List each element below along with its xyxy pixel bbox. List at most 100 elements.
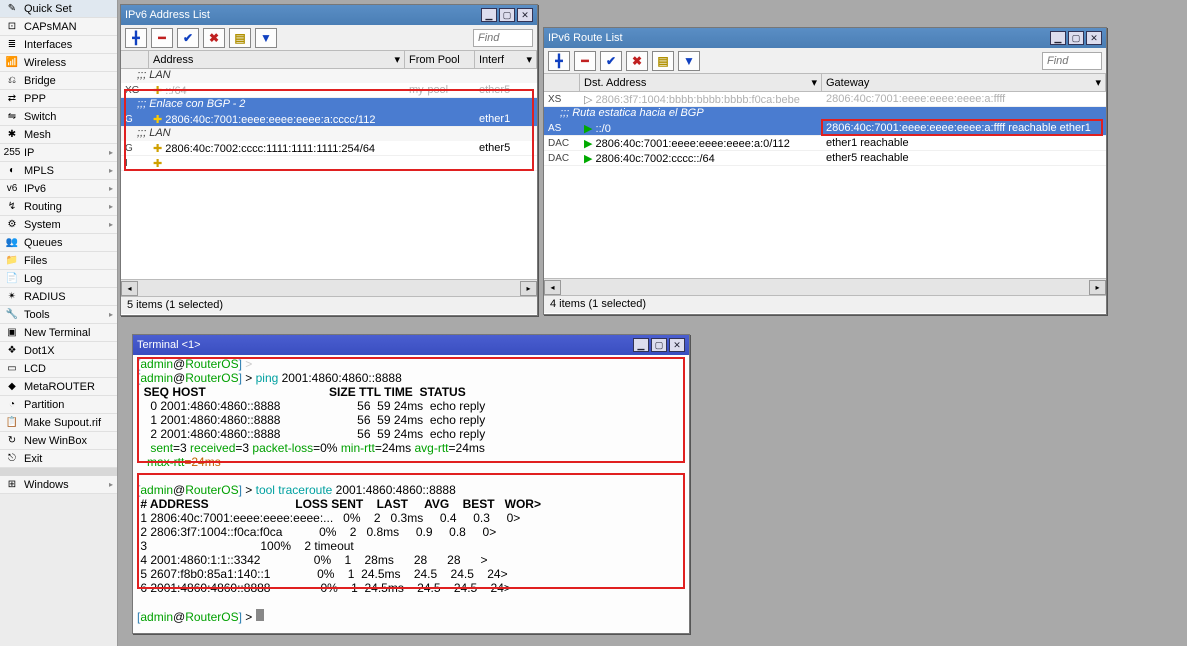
scroll-left-button[interactable]: ◂ bbox=[121, 281, 138, 296]
enable-button[interactable]: ✔ bbox=[177, 28, 199, 48]
disable-button[interactable]: ✖ bbox=[203, 28, 225, 48]
scroll-right-button[interactable]: ▸ bbox=[1089, 280, 1106, 295]
filter-button[interactable]: ▼ bbox=[678, 51, 700, 71]
sidebar-item-mesh[interactable]: ✱Mesh bbox=[0, 126, 117, 144]
table-row[interactable]: AS▶ ::/02806:40c:7001:eeee:eeee:eeee:a:f… bbox=[544, 121, 1106, 136]
scroll-left-button[interactable]: ◂ bbox=[544, 280, 561, 295]
sidebar-item-wireless[interactable]: 📶Wireless bbox=[0, 54, 117, 72]
sidebar-item-interfaces[interactable]: ≣Interfaces bbox=[0, 36, 117, 54]
sidebar-item-new-terminal[interactable]: ▣New Terminal bbox=[0, 324, 117, 342]
sidebar-item-log[interactable]: 📄Log bbox=[0, 270, 117, 288]
sidebar-item-quick-set[interactable]: ✎Quick Set bbox=[0, 0, 117, 18]
menu-icon: ↻ bbox=[4, 433, 20, 449]
sidebar-item-metarouter[interactable]: ◆MetaROUTER bbox=[0, 378, 117, 396]
add-button[interactable]: ╋ bbox=[548, 51, 570, 71]
comment-row[interactable]: ;;; Enlace con BGP - 2 bbox=[121, 98, 537, 112]
maximize-button[interactable]: ▢ bbox=[499, 8, 515, 22]
minimize-button[interactable]: ▁ bbox=[481, 8, 497, 22]
close-button[interactable]: ✕ bbox=[669, 338, 685, 352]
sidebar-item-ipv6[interactable]: v6IPv6▸ bbox=[0, 180, 117, 198]
comment-button[interactable]: ▤ bbox=[229, 28, 251, 48]
sidebar-item-system[interactable]: ⚙System▸ bbox=[0, 216, 117, 234]
sidebar-item-tools[interactable]: 🔧Tools▸ bbox=[0, 306, 117, 324]
menu-icon: 📶 bbox=[4, 55, 20, 71]
minimize-button[interactable]: ▁ bbox=[633, 338, 649, 352]
close-button[interactable]: ✕ bbox=[517, 8, 533, 22]
col-pool[interactable]: From Pool bbox=[405, 51, 475, 68]
sidebar-item-label: MetaROUTER bbox=[24, 381, 95, 393]
titlebar-terminal[interactable]: Terminal <1> ▁ ▢ ✕ bbox=[133, 335, 689, 355]
sidebar-item-files[interactable]: 📁Files bbox=[0, 252, 117, 270]
sidebar-item-radius[interactable]: ✴RADIUS bbox=[0, 288, 117, 306]
remove-button[interactable]: ━ bbox=[574, 51, 596, 71]
sidebar-item-ip[interactable]: 255IP▸ bbox=[0, 144, 117, 162]
table-row[interactable]: G✚ 2806:40c:7001:eeee:eeee:eeee:a:cccc/1… bbox=[121, 112, 537, 127]
sidebar-item-make-supout-rif[interactable]: 📋Make Supout.rif bbox=[0, 414, 117, 432]
disable-button[interactable]: ✖ bbox=[626, 51, 648, 71]
address-icon: ✚ bbox=[153, 114, 162, 126]
hscrollbar-address[interactable]: ◂▸ bbox=[121, 279, 537, 296]
table-row[interactable]: DAC▶ 2806:40c:7001:eeee:eeee:eeee:a:0/11… bbox=[544, 136, 1106, 151]
sidebar-item-routing[interactable]: ↯Routing▸ bbox=[0, 198, 117, 216]
table-row[interactable]: XG✚ ::/64my-poolether5 bbox=[121, 83, 537, 98]
iface-cell: ether1 bbox=[475, 113, 537, 125]
filter-button[interactable]: ▼ bbox=[255, 28, 277, 48]
sidebar-item-partition[interactable]: ◔Partition bbox=[0, 396, 117, 414]
address-cell: ✚ ::/64 bbox=[149, 84, 405, 97]
minimize-button[interactable]: ▁ bbox=[1050, 31, 1066, 45]
comment-row[interactable]: ;;; LAN bbox=[121, 127, 537, 141]
menu-icon: ⚙ bbox=[4, 217, 20, 233]
iface-cell: ether5 bbox=[475, 84, 537, 96]
scroll-right-button[interactable]: ▸ bbox=[520, 281, 537, 296]
maximize-button[interactable]: ▢ bbox=[651, 338, 667, 352]
find-input[interactable] bbox=[1042, 52, 1102, 70]
sidebar-item-label: Queues bbox=[24, 237, 63, 249]
col-dst[interactable]: Dst. Address▾ bbox=[580, 74, 822, 91]
address-icon: ✚ bbox=[153, 158, 162, 170]
titlebar-route[interactable]: IPv6 Route List ▁ ▢ ✕ bbox=[544, 28, 1106, 48]
sidebar-item-label: Make Supout.rif bbox=[24, 417, 101, 429]
sidebar-item-queues[interactable]: 👥Queues bbox=[0, 234, 117, 252]
status-address: 5 items (1 selected) bbox=[121, 296, 537, 314]
comment-row[interactable]: ;;; LAN bbox=[121, 69, 537, 83]
sidebar-item-exit[interactable]: ⎋Exit bbox=[0, 450, 117, 468]
comment-button[interactable]: ▤ bbox=[652, 51, 674, 71]
terminal-body[interactable]: [admin@RouterOS] > [admin@RouterOS] > pi… bbox=[133, 355, 689, 633]
close-button[interactable]: ✕ bbox=[1086, 31, 1102, 45]
table-row[interactable]: I✚ bbox=[121, 156, 537, 171]
table-row[interactable]: XS▷ 2806:3f7:1004:bbbb:bbbb:bbbb:f0ca:be… bbox=[544, 92, 1106, 107]
table-body-address[interactable]: ;;; LANXG✚ ::/64my-poolether5;;; Enlace … bbox=[121, 69, 537, 279]
sidebar-item-capsman[interactable]: ⊡CAPsMAN bbox=[0, 18, 117, 36]
table-body-route[interactable]: XS▷ 2806:3f7:1004:bbbb:bbbb:bbbb:f0ca:be… bbox=[544, 92, 1106, 278]
sidebar-item-mpls[interactable]: ◐MPLS▸ bbox=[0, 162, 117, 180]
gateway-cell: 2806:40c:7001:eeee:eeee:eeee:a:ffff reac… bbox=[822, 122, 1106, 134]
sidebar-item-new-winbox[interactable]: ↻New WinBox bbox=[0, 432, 117, 450]
sidebar-item-bridge[interactable]: ⎌Bridge bbox=[0, 72, 117, 90]
find-input[interactable] bbox=[473, 29, 533, 47]
table-row[interactable]: DAC▶ 2806:40c:7002:cccc::/64ether5 reach… bbox=[544, 151, 1106, 166]
flag-cell: DAC bbox=[544, 153, 580, 164]
sidebar-item-switch[interactable]: ⇋Switch bbox=[0, 108, 117, 126]
maximize-button[interactable]: ▢ bbox=[1068, 31, 1084, 45]
address-cell: ✚ 2806:40c:7002:cccc:1111:1111:1111:254/… bbox=[149, 142, 405, 155]
comment-row[interactable]: ;;; Ruta estatica hacia el BGP bbox=[544, 107, 1106, 121]
enable-button[interactable]: ✔ bbox=[600, 51, 622, 71]
menu-icon: ▭ bbox=[4, 361, 20, 377]
sidebar-item-dot1x[interactable]: ❖Dot1X bbox=[0, 342, 117, 360]
titlebar-address[interactable]: IPv6 Address List ▁ ▢ ✕ bbox=[121, 5, 537, 25]
col-address[interactable]: Address▾ bbox=[149, 51, 405, 68]
add-button[interactable]: ╋ bbox=[125, 28, 147, 48]
col-gateway[interactable]: Gateway▾ bbox=[822, 74, 1106, 91]
col-iface[interactable]: Interf▾ bbox=[475, 51, 537, 68]
menu-icon: 🔧 bbox=[4, 307, 20, 323]
menu-icon: ✎ bbox=[4, 1, 20, 17]
remove-button[interactable]: ━ bbox=[151, 28, 173, 48]
table-row[interactable]: G✚ 2806:40c:7002:cccc:1111:1111:1111:254… bbox=[121, 141, 537, 156]
sidebar-item-lcd[interactable]: ▭LCD bbox=[0, 360, 117, 378]
dst-cell: ▶ 2806:40c:7001:eeee:eeee:eeee:a:0/112 bbox=[580, 137, 822, 150]
hscrollbar-route[interactable]: ◂▸ bbox=[544, 278, 1106, 295]
sidebar-windows[interactable]: ⊞ Windows ▸ bbox=[0, 476, 117, 494]
table-header-route: Dst. Address▾ Gateway▾ bbox=[544, 74, 1106, 92]
sidebar-item-ppp[interactable]: ⇄PPP bbox=[0, 90, 117, 108]
sidebar-item-label: IP bbox=[24, 147, 34, 159]
